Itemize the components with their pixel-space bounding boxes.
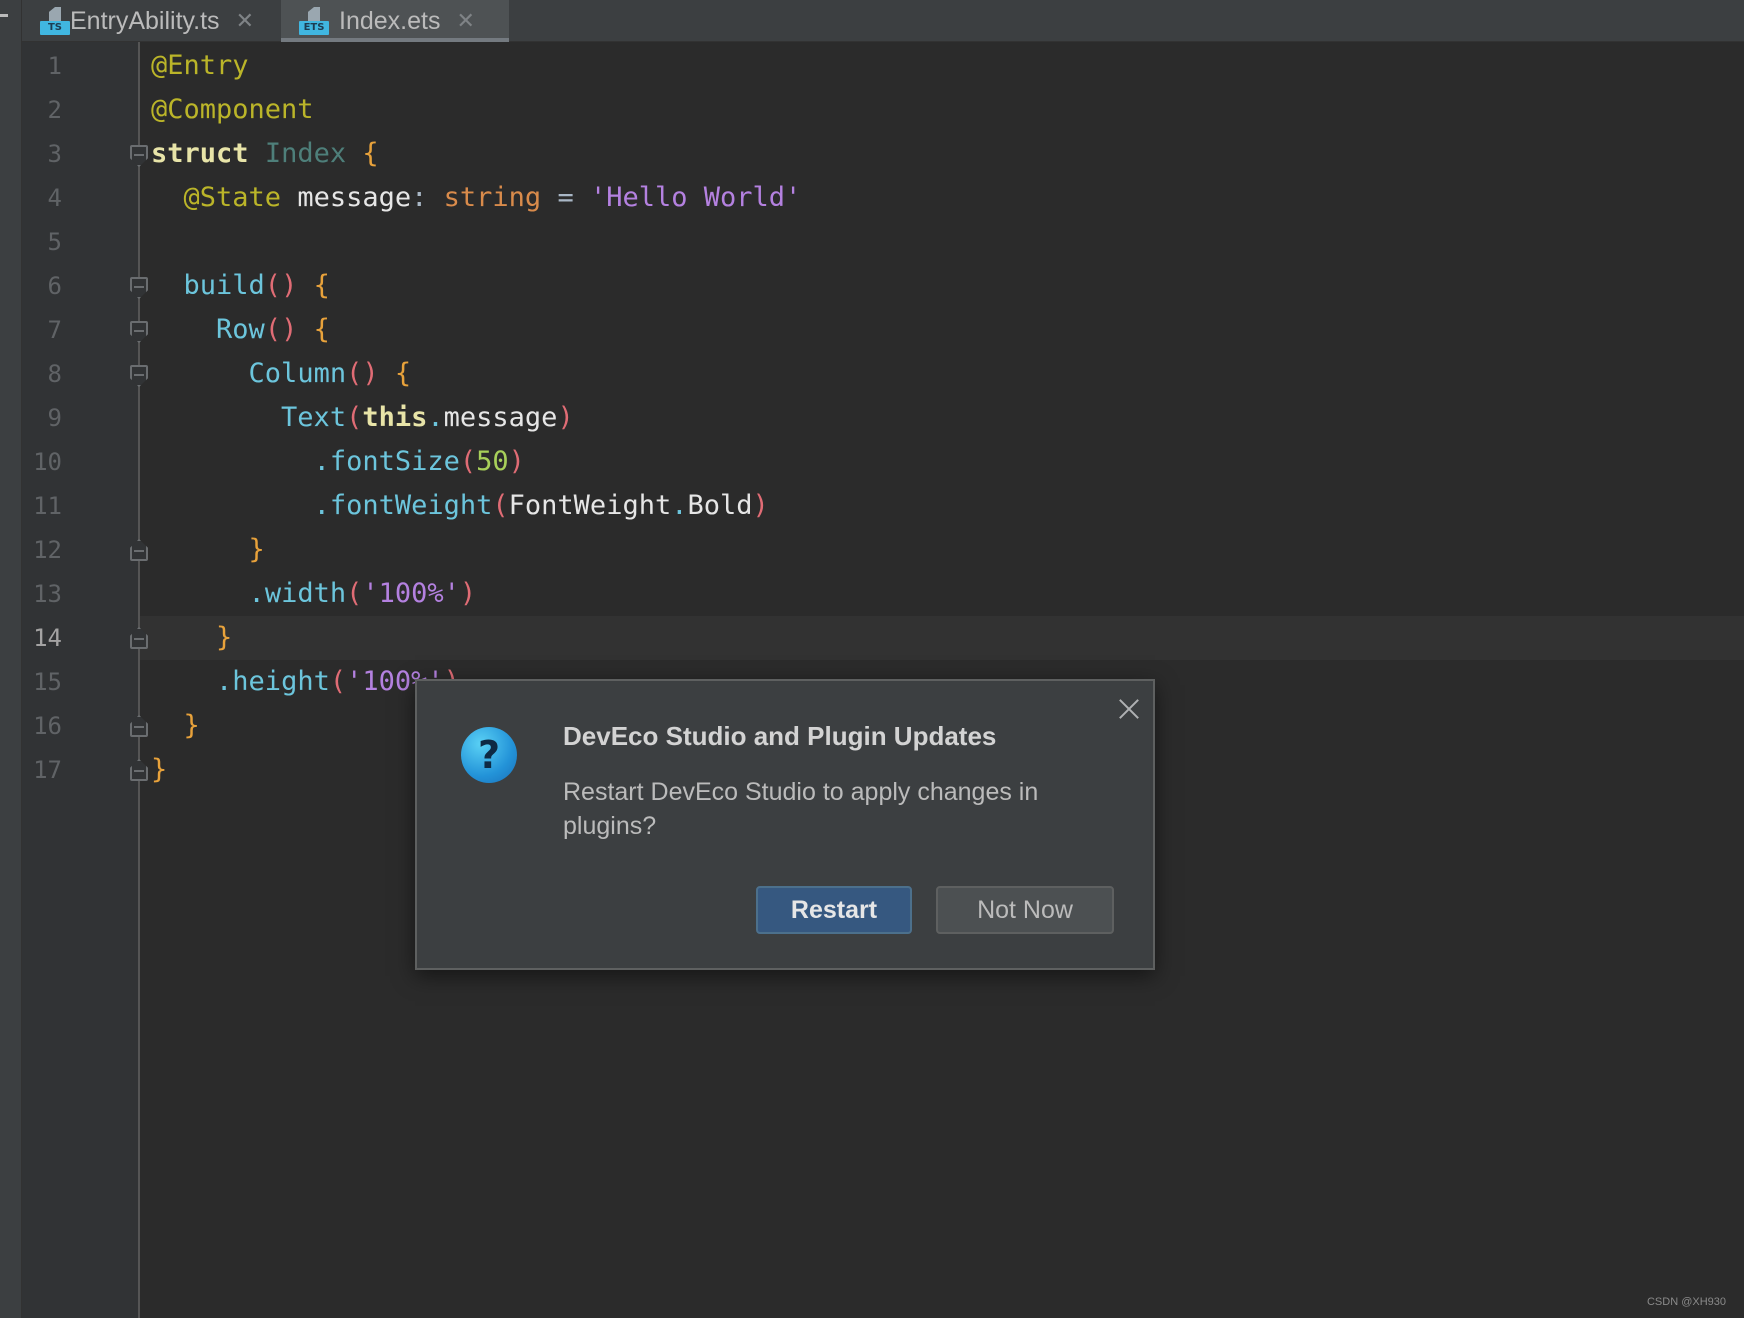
line-number: 9: [47, 404, 62, 432]
code-line[interactable]: .width('100%'): [151, 572, 477, 616]
strip-marker: [0, 14, 8, 17]
ts-file-icon: TS: [40, 7, 70, 35]
dialog-title: DevEco Studio and Plugin Updates: [563, 721, 997, 751]
editor-tab-bar: TS EntryAbility.ts ✕ ETS Index.ets ✕: [22, 0, 1744, 42]
not-now-button[interactable]: Not Now: [936, 886, 1114, 934]
code-line[interactable]: @Component: [151, 88, 314, 132]
dialog-message: Restart DevEco Studio to apply changes i…: [563, 778, 1039, 840]
line-number-current: 14: [33, 624, 62, 652]
tab-index-ets[interactable]: ETS Index.ets ✕: [281, 0, 509, 42]
gutter-separator: [138, 42, 140, 1318]
line-number: 11: [33, 492, 62, 520]
line-number: 1: [47, 52, 62, 80]
line-number: 7: [47, 316, 62, 344]
code-line[interactable]: .height('100%'): [151, 660, 460, 704]
tab-entryability[interactable]: TS EntryAbility.ts ✕: [22, 0, 254, 42]
line-number: 17: [33, 756, 62, 784]
line-number: 3: [47, 140, 62, 168]
restart-button[interactable]: Restart: [756, 886, 912, 934]
line-number: 12: [33, 536, 62, 564]
close-tab-icon[interactable]: ✕: [456, 9, 474, 34]
code-line[interactable]: Text(this.message): [151, 396, 574, 440]
tool-window-strip: [0, 0, 22, 1318]
code-line[interactable]: struct Index {: [151, 132, 379, 176]
line-number: 8: [47, 360, 62, 388]
code-line[interactable]: }: [151, 616, 232, 660]
line-number: 15: [33, 668, 62, 696]
code-line[interactable]: }: [151, 704, 200, 748]
code-line[interactable]: .fontWeight(FontWeight.Bold): [151, 484, 769, 528]
line-number: 10: [33, 448, 62, 476]
tab-label: EntryAbility.ts: [69, 6, 220, 35]
code-line[interactable]: }: [151, 528, 265, 572]
line-number: 13: [33, 580, 62, 608]
code-line[interactable]: build() {: [151, 264, 330, 308]
code-line[interactable]: @State message: string = 'Hello World': [151, 176, 802, 220]
line-number: 2: [47, 96, 62, 124]
watermark: CSDN @XH930: [1646, 1296, 1726, 1308]
current-line-highlight: [140, 616, 1744, 660]
code-line[interactable]: }: [151, 748, 167, 792]
ets-file-icon: ETS: [299, 7, 329, 35]
line-number: 16: [33, 712, 62, 740]
question-icon: ?: [461, 727, 517, 783]
code-line[interactable]: @Entry: [151, 44, 249, 88]
line-number: 6: [47, 272, 62, 300]
line-number: 4: [47, 184, 62, 212]
close-tab-icon[interactable]: ✕: [236, 9, 254, 34]
code-line[interactable]: Column() {: [151, 352, 412, 396]
close-icon[interactable]: [1115, 695, 1143, 723]
line-number: 5: [47, 228, 62, 256]
plugin-update-dialog: ? DevEco Studio and Plugin Updates Resta…: [415, 679, 1155, 970]
code-line[interactable]: .fontSize(50): [151, 440, 525, 484]
code-line[interactable]: Row() {: [151, 308, 330, 352]
tab-label: Index.ets: [339, 6, 441, 35]
